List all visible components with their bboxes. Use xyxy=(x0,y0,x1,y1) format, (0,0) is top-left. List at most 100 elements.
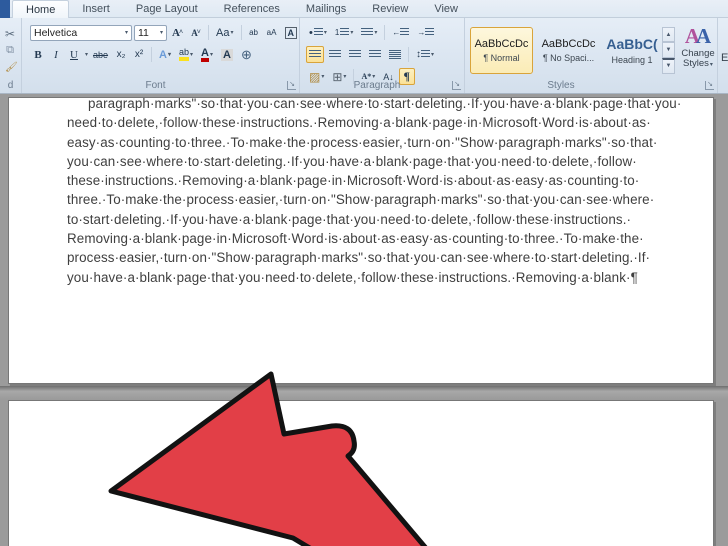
increase-indent-button[interactable]: → xyxy=(414,24,437,41)
divider xyxy=(384,25,386,40)
styles-dialog-launcher[interactable]: ↘ xyxy=(705,81,714,90)
font-color-button[interactable]: A ▾ xyxy=(198,46,216,63)
line-spacing-dropdown-icon: ▾ xyxy=(431,52,435,58)
superscript-button[interactable]: x² xyxy=(131,46,147,63)
character-border-button[interactable]: A xyxy=(282,24,301,41)
word-application-window: Home Insert Page Layout References Maili… xyxy=(0,0,728,546)
file-tab-partial[interactable] xyxy=(0,0,10,18)
increase-indent-lines-icon xyxy=(425,28,435,37)
text-line: to·start·deleting.·If·you·have·a·blank·p… xyxy=(67,211,632,227)
font-name-dropdown-icon[interactable]: ▾ xyxy=(125,29,128,36)
distribute-button[interactable] xyxy=(386,46,404,63)
tab-review[interactable]: Review xyxy=(359,0,421,18)
text-line: need·to·delete,·follow·these·instruction… xyxy=(67,115,651,131)
tab-insert[interactable]: Insert xyxy=(69,0,123,18)
editing-group-partial: E xyxy=(721,52,728,64)
character-shading-button[interactable]: A xyxy=(218,46,236,63)
font-size-dropdown-icon[interactable]: ▾ xyxy=(160,29,163,36)
decrease-indent-button[interactable]: ← xyxy=(389,24,412,41)
distribute-icon xyxy=(389,50,401,59)
style-card-normal[interactable]: AaBbCcDc ¶ Normal xyxy=(470,27,533,74)
divider xyxy=(240,25,242,40)
bold-button[interactable]: B xyxy=(30,46,46,63)
font-color-dropdown-icon: ▾ xyxy=(210,52,214,58)
font-size-combo[interactable]: 11 ▾ xyxy=(134,24,167,41)
change-styles-button[interactable]: AA Change Styles▾ xyxy=(678,24,718,70)
document-text: paragraph·marks"·so·that·you·can·see·whe… xyxy=(67,97,682,287)
bullets-button[interactable]: • ▾ xyxy=(306,24,330,41)
document-page-2[interactable]: ¶ xyxy=(8,400,714,546)
character-scaling-dropdown-icon: ▾ xyxy=(372,74,376,80)
decrease-indent-lines-icon xyxy=(400,28,410,37)
grow-font-button[interactable]: A ˄ xyxy=(169,24,186,41)
align-center-button[interactable] xyxy=(326,46,344,63)
tab-view[interactable]: View xyxy=(421,0,471,18)
paragraph-dialog-launcher[interactable]: ↘ xyxy=(452,81,461,90)
document-page-1[interactable]: paragraph·marks"·so·that·you·can·see·whe… xyxy=(8,97,714,384)
text-line: you·can·see·where·to·start·deleting.·If·… xyxy=(67,153,637,169)
cut-icon[interactable]: ✂ xyxy=(2,25,18,42)
copy-icon[interactable]: ⧉ xyxy=(2,42,18,59)
shading-dropdown-icon: ▾ xyxy=(321,74,325,80)
font-group-label: Font xyxy=(145,80,166,91)
font-group: Helvetica ▾ 11 ▾ A ˄ A ˅ Aa ▾ ab aA A B I xyxy=(22,18,300,93)
text-line: these·instructions.·Removing·a·blank·pag… xyxy=(67,173,640,189)
text-effects-dropdown-icon: ▾ xyxy=(168,52,172,58)
bullets-lines-icon xyxy=(313,28,323,37)
text-line: paragraph·marks"·so·that·you·can·see·whe… xyxy=(88,97,682,111)
ruby-text-button[interactable]: aA xyxy=(264,24,280,41)
align-right-button[interactable] xyxy=(346,46,364,63)
clipboard-group-label-partial: d xyxy=(7,80,14,91)
text-line: easy·as·counting·to·three.·To·make·the·p… xyxy=(67,134,658,150)
document-area: paragraph·marks"·so·that·you·can·see·whe… xyxy=(0,95,728,546)
phonetic-guide-button[interactable]: ab xyxy=(246,24,262,41)
style-preview: AaBbCcDc xyxy=(541,38,596,50)
highlight-dropdown-icon: ▾ xyxy=(190,52,194,58)
justify-button[interactable] xyxy=(366,46,384,63)
multilevel-list-button[interactable]: ▾ xyxy=(358,24,380,41)
tab-home[interactable]: Home xyxy=(12,0,70,18)
ribbon-tabs: Home Insert Page Layout References Maili… xyxy=(12,0,471,18)
borders-dropdown-icon: ▾ xyxy=(343,74,347,80)
grow-font-caret-icon: ˄ xyxy=(178,29,184,36)
style-name: ¶ No Spaci... xyxy=(542,53,595,63)
tab-page-layout[interactable]: Page Layout xyxy=(123,0,211,18)
style-card-heading1[interactable]: AaBbC( Heading 1 xyxy=(604,27,660,74)
align-left-button[interactable] xyxy=(306,46,324,63)
line-spacing-button[interactable]: ↕ ▾ xyxy=(413,46,437,63)
underline-button[interactable]: U xyxy=(66,46,82,63)
numbering-lines-icon xyxy=(340,28,350,37)
font-name-combo[interactable]: Helvetica ▾ xyxy=(30,24,132,41)
styles-scroll-up-button[interactable]: ▲ xyxy=(662,27,675,43)
font-size-value: 11 xyxy=(138,26,149,39)
text-line: process·easier,·turn·on·"Show·paragraph·… xyxy=(67,250,651,266)
shrink-font-button[interactable]: A ˅ xyxy=(188,24,204,41)
line-spacing-lines-icon xyxy=(421,50,430,59)
text-line: you·have·a·blank·page·that·you·need·to·d… xyxy=(67,269,638,285)
styles-scroll-down-button[interactable]: ▼ xyxy=(662,42,675,58)
tab-mailings[interactable]: Mailings xyxy=(293,0,359,18)
underline-dropdown-icon[interactable]: ▾ xyxy=(85,51,88,58)
tab-references[interactable]: References xyxy=(211,0,293,18)
text-line: three.·To·make·the·process·easier,·turn·… xyxy=(67,192,655,208)
italic-button[interactable]: I xyxy=(48,46,64,63)
text-line: Removing·a·blank·page·in·Microsoft·Word·… xyxy=(67,231,644,247)
font-dialog-launcher[interactable]: ↘ xyxy=(287,81,296,90)
numbering-button[interactable]: 1 ▾ xyxy=(332,24,356,41)
change-case-dropdown-icon: ▾ xyxy=(230,30,234,36)
enclose-characters-button[interactable]: ⊕ xyxy=(238,46,255,63)
text-effects-button[interactable]: A ▾ xyxy=(156,46,174,63)
page-break-gap xyxy=(0,386,728,399)
change-case-button[interactable]: Aa ▾ xyxy=(213,24,236,41)
subscript-button[interactable]: x₂ xyxy=(113,46,129,63)
font-name-value: Helvetica xyxy=(34,26,78,39)
styles-more-button[interactable]: ▼ xyxy=(662,57,675,74)
strikethrough-button[interactable]: abe xyxy=(90,46,111,63)
style-name: Heading 1 xyxy=(611,55,653,65)
styles-group: AaBbCcDc ¶ Normal AaBbCcDc ¶ No Spaci...… xyxy=(465,18,718,93)
divider xyxy=(151,47,153,62)
change-styles-dropdown-icon: ▾ xyxy=(709,62,713,68)
text-highlight-color-button[interactable]: ab ▾ xyxy=(176,46,196,63)
format-painter-icon[interactable]: 🖌 xyxy=(2,59,21,76)
style-card-no-spacing[interactable]: AaBbCcDc ¶ No Spaci... xyxy=(537,27,600,74)
